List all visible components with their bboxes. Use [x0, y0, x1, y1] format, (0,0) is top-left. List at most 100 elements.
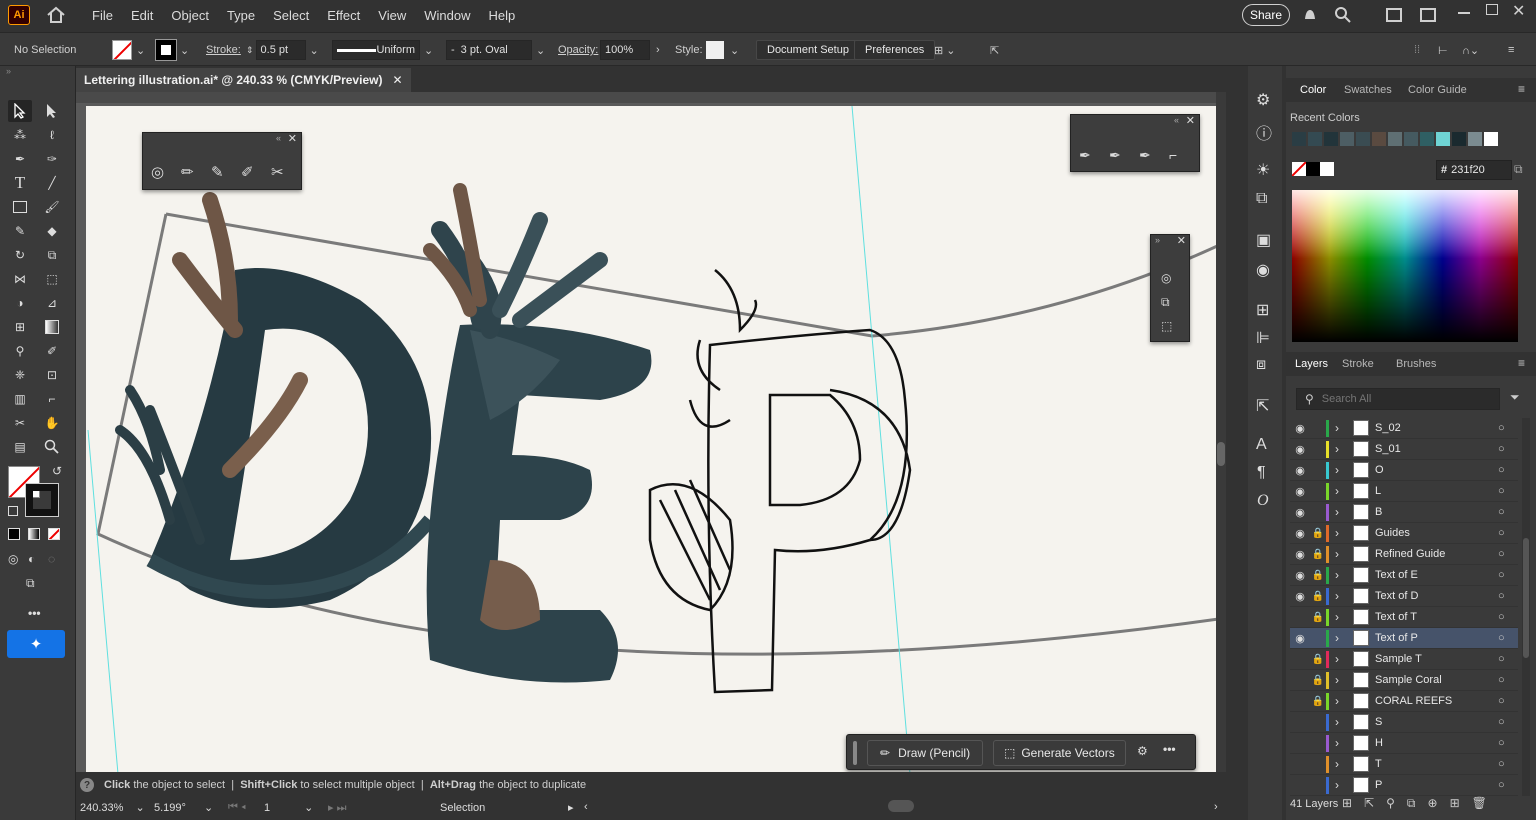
path-eraser-icon[interactable]: ✐: [241, 163, 254, 181]
smooth-icon[interactable]: ✎: [211, 163, 224, 181]
chevron-right-icon[interactable]: ›: [1335, 568, 1349, 582]
menu-edit[interactable]: Edit: [131, 8, 153, 23]
clipping-mask-icon[interactable]: ⧉: [1407, 796, 1428, 810]
layer-row[interactable]: › S ○: [1290, 712, 1518, 733]
target-icon[interactable]: ○: [1498, 506, 1518, 518]
chevron-down-icon[interactable]: ⌄: [136, 44, 145, 57]
layer-row[interactable]: ◉ › S_01 ○: [1290, 439, 1518, 460]
tab-color[interactable]: Color: [1300, 84, 1326, 96]
pencil-icon[interactable]: ✏: [181, 163, 194, 181]
white-swatch[interactable]: [1320, 162, 1334, 176]
collapse-icon[interactable]: »: [1155, 235, 1160, 245]
menu-help[interactable]: Help: [488, 8, 515, 23]
pen-tool-icon[interactable]: ✒: [8, 148, 32, 170]
eraser-icon[interactable]: ◆: [40, 220, 64, 242]
recent-color-swatch[interactable]: [1452, 132, 1466, 146]
none-mode-icon[interactable]: [48, 528, 60, 540]
status-menu-icon[interactable]: ▸: [568, 801, 574, 814]
layer-row[interactable]: ◉ › O ○: [1290, 460, 1518, 481]
hex-value[interactable]: 231f20: [1451, 164, 1485, 176]
opacity-label[interactable]: Opacity:: [558, 40, 598, 60]
stroke-swatch[interactable]: ⌄: [155, 39, 189, 61]
crop-select-icon[interactable]: ⬚: [1161, 319, 1172, 333]
chevron-down-icon[interactable]: ⌄: [536, 44, 545, 57]
chevron-down-icon[interactable]: ⌄: [730, 44, 739, 57]
collapse-icon[interactable]: »: [6, 66, 11, 76]
panel-menu-icon[interactable]: ≡: [1518, 82, 1525, 96]
swap-colors-icon[interactable]: ↺: [52, 464, 62, 478]
mesh-tool-icon[interactable]: ⊞: [8, 316, 32, 338]
target-icon[interactable]: ○: [1498, 716, 1518, 728]
visibility-icon[interactable]: ◉: [1290, 548, 1310, 561]
paragraph-icon[interactable]: ¶: [1257, 464, 1266, 482]
recent-color-swatch[interactable]: [1356, 132, 1370, 146]
layer-name[interactable]: Text of E: [1375, 569, 1498, 581]
tab-layers[interactable]: Layers: [1295, 358, 1328, 370]
locate-object-icon[interactable]: ⚲: [1386, 796, 1407, 810]
visibility-icon[interactable]: ◉: [1290, 506, 1310, 519]
brush-definition[interactable]: -3 pt. Oval ⌄: [446, 40, 545, 60]
target-icon[interactable]: ○: [1498, 422, 1518, 434]
tab-brushes[interactable]: Brushes: [1396, 358, 1436, 370]
visibility-icon[interactable]: ◉: [1290, 632, 1310, 645]
layer-name[interactable]: O: [1375, 464, 1498, 476]
free-transform-icon[interactable]: ⬚: [40, 268, 64, 290]
lock-icon[interactable]: 🔒: [1310, 570, 1326, 581]
layer-name[interactable]: S_01: [1375, 443, 1498, 455]
target-icon[interactable]: ○: [1498, 653, 1518, 665]
layer-name[interactable]: Sample Coral: [1375, 674, 1498, 686]
layers-search[interactable]: ⚲: [1296, 388, 1500, 410]
lock-icon[interactable]: 🔒: [1310, 675, 1326, 686]
lock-icon[interactable]: 🔒: [1310, 654, 1326, 665]
align-panel-icon[interactable]: ⊫: [1256, 328, 1270, 348]
lasso-icon[interactable]: ℓ: [40, 124, 64, 146]
chevron-down-icon[interactable]: ⌄: [135, 801, 144, 814]
first-artboard-icon[interactable]: ⏮ ◂: [228, 801, 246, 814]
document-setup-button[interactable]: Document Setup: [756, 40, 860, 60]
chevron-right-icon[interactable]: ›: [1335, 421, 1349, 435]
canvas-area[interactable]: « ✕ ◎ ✏ ✎ ✐ ✂ « ✕ ✒ ✒ ✒ ⌐ » ✕ ◎ ⧉ ⬚ ✏ Dra…: [76, 92, 1226, 772]
arrange-icon[interactable]: [1420, 8, 1436, 22]
workspace-icon[interactable]: [1386, 8, 1402, 22]
menu-icon[interactable]: ≡: [1508, 40, 1514, 60]
recent-color-swatch[interactable]: [1468, 132, 1482, 146]
symbol-sprayer-icon[interactable]: ❈: [8, 364, 32, 386]
collect-export-icon[interactable]: ⊞: [1342, 796, 1364, 810]
horizontal-scrollbar-thumb[interactable]: [888, 800, 914, 812]
screen-mode-icon[interactable]: ⧉: [26, 576, 35, 591]
menu-select[interactable]: Select: [273, 8, 309, 23]
chevron-right-icon[interactable]: ›: [1335, 610, 1349, 624]
layer-name[interactable]: Text of D: [1375, 590, 1498, 602]
pathfinder-icon[interactable]: ⧈: [1256, 356, 1266, 374]
export-icon[interactable]: ⇱: [990, 40, 999, 60]
curvature-tool-icon[interactable]: ✑: [40, 148, 64, 170]
line-tool-icon[interactable]: ╱: [40, 172, 64, 194]
draw-behind-icon[interactable]: ◐: [28, 552, 35, 566]
transform-icon[interactable]: ⊢: [1438, 40, 1448, 60]
type-tool-icon[interactable]: T: [8, 172, 32, 194]
generate-vectors-button[interactable]: ⬚ Generate Vectors: [993, 740, 1126, 766]
color-mode-icon[interactable]: [8, 528, 20, 540]
share-button[interactable]: Share: [1242, 4, 1290, 26]
arrange-icon[interactable]: ⁞⁞: [1414, 40, 1420, 60]
pen-icon[interactable]: ✒: [1079, 147, 1091, 164]
layer-row[interactable]: ◉ 🔒 › Text of D ○: [1290, 586, 1518, 607]
lock-icon[interactable]: 🔒: [1310, 591, 1326, 602]
chevron-right-icon[interactable]: ›: [656, 44, 660, 56]
chevron-right-icon[interactable]: ›: [1335, 442, 1349, 456]
layer-row[interactable]: 🔒 › Sample T ○: [1290, 649, 1518, 670]
layer-row[interactable]: 🔒 › Sample Coral ○: [1290, 670, 1518, 691]
visibility-icon[interactable]: ◉: [1290, 569, 1310, 582]
menu-view[interactable]: View: [378, 8, 406, 23]
anchor-point-icon[interactable]: ⌐: [1169, 147, 1177, 163]
copy-icon[interactable]: ⧉: [1514, 162, 1523, 177]
tab-color-guide[interactable]: Color Guide: [1408, 84, 1467, 96]
layer-name[interactable]: Sample T: [1375, 653, 1498, 665]
restore-icon[interactable]: [1486, 4, 1498, 15]
menu-effect[interactable]: Effect: [327, 8, 360, 23]
lock-icon[interactable]: 🔒: [1310, 612, 1326, 623]
target-icon[interactable]: ○: [1498, 632, 1518, 644]
add-anchor-icon[interactable]: ✒: [1109, 147, 1121, 164]
chevron-right-icon[interactable]: ›: [1335, 673, 1349, 687]
layer-row[interactable]: ◉ › S_02 ○: [1290, 418, 1518, 439]
